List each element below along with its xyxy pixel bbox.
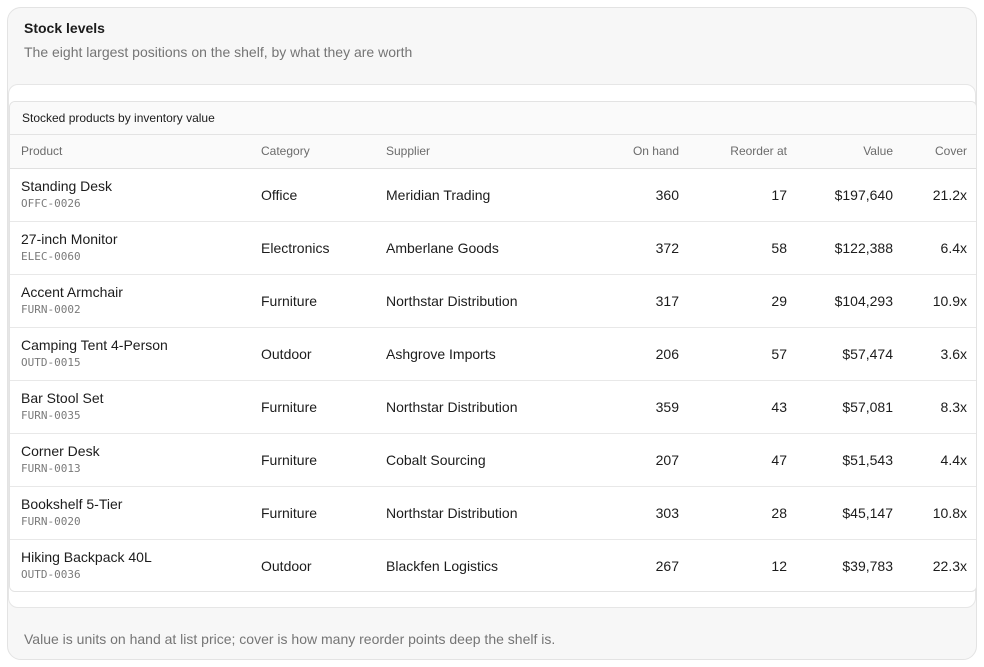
value-cell: $45,147 (787, 486, 893, 540)
value-cell: $57,474 (787, 327, 893, 381)
cover-cell: 6.4x (893, 221, 976, 275)
product-cell: Corner Desk FURN-0013 (10, 433, 261, 487)
product-cell: Hiking Backpack 40L OUTD-0036 (10, 539, 261, 591)
on-hand-cell: 303 (586, 486, 679, 540)
table-header-row: Product Category Supplier On hand Reorde… (10, 135, 976, 169)
on-hand-cell: 206 (586, 327, 679, 381)
product-sku: OUTD-0015 (21, 356, 81, 369)
category-cell: Furniture (261, 433, 386, 487)
inventory-table-container: Stocked products by inventory value Prod… (9, 101, 977, 592)
product-cell: Accent Armchair FURN-0002 (10, 274, 261, 328)
value-cell: $197,640 (787, 168, 893, 222)
table-row[interactable]: Accent Armchair FURN-0002 Furniture Nort… (10, 274, 976, 328)
supplier-cell: Northstar Distribution (386, 274, 586, 328)
cover-cell: 22.3x (932, 557, 967, 574)
reorder-at-cell: 29 (679, 274, 787, 328)
category-cell: Outdoor (261, 327, 386, 381)
product-sku: FURN-0013 (21, 462, 81, 475)
product-sku: OFFC-0026 (21, 197, 81, 210)
table-row[interactable]: Bar Stool Set FURN-0035 Furniture Norths… (10, 380, 976, 434)
reorder-at-cell: 47 (679, 433, 787, 487)
reorder-at-cell: 28 (679, 486, 787, 540)
cover-cell: 21.2x (893, 168, 976, 222)
product-name: 27-inch Monitor (21, 231, 118, 247)
stock-levels-card: Stock levels The eight largest positions… (7, 7, 977, 660)
column-header-category[interactable]: Category (261, 135, 386, 169)
column-header-supplier[interactable]: Supplier (386, 135, 586, 169)
cover-cell: 4.4x (893, 433, 976, 487)
product-sku: FURN-0035 (21, 409, 81, 422)
on-hand-cell: 360 (586, 168, 679, 222)
value-cell: $122,388 (787, 221, 893, 275)
product-cell: 27-inch Monitor ELEC-0060 (10, 221, 261, 275)
supplier-cell: Northstar Distribution (386, 380, 586, 434)
table-row[interactable]: Bookshelf 5-Tier FURN-0020 Furniture Nor… (10, 486, 976, 540)
category-cell: Furniture (261, 380, 386, 434)
product-name: Corner Desk (21, 443, 100, 459)
reorder-at-cell: 17 (679, 168, 787, 222)
column-header-value[interactable]: Value (787, 135, 893, 169)
supplier-cell: Meridian Trading (386, 168, 586, 222)
on-hand-cell: 267 (655, 557, 679, 574)
reorder-at-cell: 12 (771, 557, 787, 574)
cover-cell: 8.3x (893, 380, 976, 434)
category-cell: Electronics (261, 221, 386, 275)
value-cell: $104,293 (787, 274, 893, 328)
category-cell: Outdoor (261, 557, 312, 574)
supplier-cell: Ashgrove Imports (386, 327, 586, 381)
reorder-at-cell: 43 (679, 380, 787, 434)
category-cell: Office (261, 168, 386, 222)
value-cell: $51,543 (787, 433, 893, 487)
product-sku: FURN-0002 (21, 303, 81, 316)
reorder-at-cell: 57 (679, 327, 787, 381)
product-cell: Bookshelf 5-Tier FURN-0020 (10, 486, 261, 540)
category-cell: Furniture (261, 486, 386, 540)
column-header-on-hand[interactable]: On hand (586, 135, 679, 169)
table-row[interactable]: Corner Desk FURN-0013 Furniture Cobalt S… (10, 433, 976, 487)
supplier-cell: Blackfen Logistics (386, 557, 499, 574)
table-caption: Stocked products by inventory value (10, 102, 976, 135)
on-hand-cell: 317 (586, 274, 679, 328)
column-header-product[interactable]: Product (10, 135, 261, 169)
table-row[interactable]: Camping Tent 4-Person OUTD-0015 Outdoor … (10, 327, 976, 381)
product-name: Accent Armchair (21, 284, 123, 300)
product-name: Camping Tent 4-Person (21, 337, 168, 353)
table-row[interactable]: Standing Desk OFFC-0026 Office Meridian … (10, 168, 976, 222)
column-header-cover[interactable]: Cover (893, 135, 976, 169)
supplier-cell: Cobalt Sourcing (386, 433, 586, 487)
card-title: Stock levels (24, 20, 105, 36)
product-name: Bookshelf 5-Tier (21, 496, 123, 512)
value-cell: $39,783 (842, 557, 893, 574)
table-row[interactable]: Hiking Backpack 40L OUTD-0036 Outdoor Bl… (10, 539, 976, 591)
cover-cell: 10.9x (893, 274, 976, 328)
category-cell: Furniture (261, 274, 386, 328)
cover-cell: 3.6x (893, 327, 976, 381)
table-row[interactable]: 27-inch Monitor ELEC-0060 Electronics Am… (10, 221, 976, 275)
reorder-at-cell: 58 (679, 221, 787, 275)
product-cell: Bar Stool Set FURN-0035 (10, 380, 261, 434)
supplier-cell: Northstar Distribution (386, 486, 586, 540)
inventory-table: Product Category Supplier On hand Reorde… (10, 135, 976, 591)
product-cell: Camping Tent 4-Person OUTD-0015 (10, 327, 261, 381)
on-hand-cell: 359 (586, 380, 679, 434)
table-panel: Stocked products by inventory value Prod… (8, 84, 977, 608)
product-cell: Standing Desk OFFC-0026 (10, 168, 261, 222)
card-subtitle: The eight largest positions on the shelf… (24, 44, 413, 60)
product-sku: OUTD-0036 (21, 568, 81, 582)
cover-cell: 10.8x (893, 486, 976, 540)
value-cell: $57,081 (787, 380, 893, 434)
supplier-cell: Amberlane Goods (386, 221, 586, 275)
product-sku: ELEC-0060 (21, 250, 81, 263)
product-name: Hiking Backpack 40L (21, 549, 152, 566)
on-hand-cell: 372 (586, 221, 679, 275)
product-name: Bar Stool Set (21, 390, 104, 406)
column-header-reorder-at[interactable]: Reorder at (679, 135, 787, 169)
product-sku: FURN-0020 (21, 515, 81, 528)
on-hand-cell: 207 (586, 433, 679, 487)
table-footnote: Value is units on hand at list price; co… (24, 631, 556, 647)
product-name: Standing Desk (21, 178, 113, 194)
